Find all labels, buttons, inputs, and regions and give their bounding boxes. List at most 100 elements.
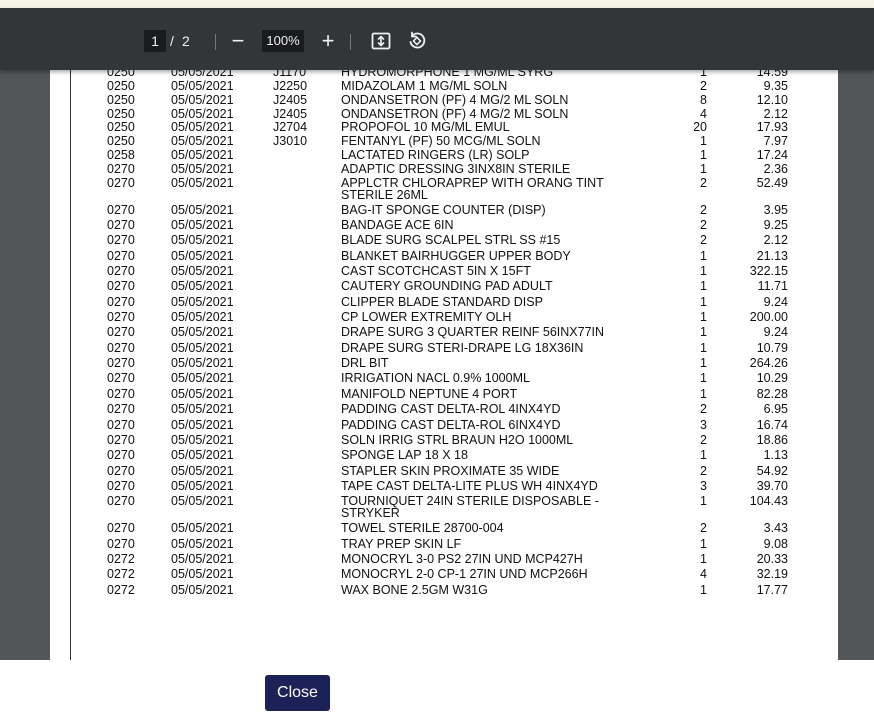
- quantity-cell: 2: [700, 233, 707, 248]
- description-cell: ONDANSETRON (PF) 4 MG/2 ML SOLN: [341, 92, 569, 107]
- amount-cell: 1.13: [763, 448, 788, 463]
- quantity-cell: 2: [700, 175, 707, 190]
- quantity-cell: 2: [700, 217, 707, 232]
- hcpcs-code-cell: J3010: [273, 134, 308, 149]
- quantity-cell: 1: [700, 279, 707, 294]
- revenue-code-cell: 0258: [107, 148, 135, 162]
- description-cell: CP LOWER EXTREMITY OLH: [341, 310, 512, 325]
- revenue-code-cell: 0270: [107, 310, 135, 325]
- service-date-cell: 05/05/2021: [171, 294, 234, 309]
- zoom-level-input[interactable]: 100%: [262, 30, 304, 52]
- description-cell: CLIPPER BLADE STANDARD DISP: [341, 294, 543, 309]
- description-cell: TOURNIQUET 24IN STERILE DISPOSABLE - STR…: [341, 494, 599, 521]
- amount-cell: 20.33: [756, 551, 788, 566]
- description-cell: FENTANYL (PF) 50 MCG/ML SOLN: [341, 134, 541, 149]
- quantity-cell: 1: [700, 386, 707, 401]
- dialog-footer: Close: [0, 660, 874, 716]
- amount-cell: 18.86: [756, 432, 788, 447]
- quantity-cell: 2: [700, 432, 707, 447]
- description-cell: MONOCRYL 3-0 PS2 27IN UND MCP427H: [341, 551, 583, 566]
- zoom-in-button[interactable]: +: [318, 28, 338, 54]
- revenue-code-cell: 0270: [107, 494, 135, 509]
- amount-cell: 54.92: [756, 463, 788, 478]
- revenue-code-cell: 0250: [107, 120, 135, 135]
- revenue-code-cell: 0270: [107, 432, 135, 447]
- quantity-cell: 1: [700, 448, 707, 463]
- amount-cell: 82.28: [756, 386, 788, 401]
- service-date-cell: 05/05/2021: [171, 521, 234, 536]
- quantity-cell: 1: [700, 161, 707, 176]
- zoom-out-button[interactable]: −: [228, 28, 248, 54]
- service-date-cell: 05/05/2021: [171, 551, 234, 566]
- quantity-cell: 1: [700, 356, 707, 371]
- page-separator: /: [170, 33, 174, 49]
- revenue-code-cell: 0250: [107, 134, 135, 149]
- service-date-cell: 05/05/2021: [171, 432, 234, 447]
- amount-cell: 21.13: [756, 248, 788, 263]
- charges-table: 025005/05/2021J1100DEXAMETHASONE 4 MG/ML…: [70, 16, 838, 660]
- close-button[interactable]: Close: [265, 675, 330, 711]
- amount-cell: 2.12: [763, 106, 788, 121]
- amount-cell: 32.19: [756, 567, 788, 582]
- service-date-cell: 05/05/2021: [171, 402, 234, 417]
- service-date-cell: 05/05/2021: [171, 161, 234, 176]
- revenue-code-cell: 0270: [107, 356, 135, 371]
- amount-cell: 6.95: [763, 402, 788, 417]
- description-cell: BANDAGE ACE 6IN: [341, 217, 454, 232]
- hcpcs-code-cell: J2405: [273, 92, 308, 107]
- service-date-cell: 05/05/2021: [171, 92, 234, 107]
- pdf-viewer[interactable]: 025005/05/2021J1100DEXAMETHASONE 4 MG/ML…: [0, 8, 874, 660]
- quantity-cell: 2: [700, 463, 707, 478]
- amount-cell: 3.95: [763, 202, 788, 217]
- revenue-code-cell: 0270: [107, 371, 135, 386]
- quantity-cell: 1: [700, 494, 707, 509]
- hcpcs-code-cell: J2405: [273, 106, 308, 121]
- description-cell: ONDANSETRON (PF) 4 MG/2 ML SOLN: [341, 106, 569, 121]
- service-date-cell: 05/05/2021: [171, 217, 234, 232]
- service-date-cell: 05/05/2021: [171, 340, 234, 355]
- pdf-page: 025005/05/2021J1100DEXAMETHASONE 4 MG/ML…: [50, 16, 838, 660]
- revenue-code-cell: 0270: [107, 340, 135, 355]
- quantity-cell: 1: [700, 310, 707, 325]
- revenue-code-cell: 0270: [107, 294, 135, 309]
- service-date-cell: 05/05/2021: [171, 106, 234, 121]
- page-number-input[interactable]: 1: [144, 30, 166, 52]
- toolbar-divider: [350, 34, 351, 50]
- revenue-code-cell: 0270: [107, 233, 135, 248]
- description-cell: BLANKET BAIRHUGGER UPPER BODY: [341, 248, 571, 263]
- service-date-cell: 05/05/2021: [171, 536, 234, 551]
- service-date-cell: 05/05/2021: [171, 448, 234, 463]
- fit-to-page-button[interactable]: [370, 30, 392, 52]
- description-cell: DRAPE SURG STERI-DRAPE LG 18X36IN: [341, 340, 584, 355]
- quantity-cell: 4: [700, 567, 707, 582]
- amount-cell: 9.35: [763, 79, 788, 93]
- revenue-code-cell: 0270: [107, 175, 135, 190]
- revenue-code-cell: 0270: [107, 202, 135, 217]
- revenue-code-cell: 0270: [107, 264, 135, 278]
- service-date-cell: 05/05/2021: [171, 386, 234, 401]
- amount-cell: 10.79: [756, 340, 788, 355]
- amount-cell: 264.26: [749, 356, 788, 371]
- quantity-cell: 1: [700, 340, 707, 355]
- description-cell: DRAPE SURG 3 QUARTER REINF 56INX77IN: [341, 325, 605, 340]
- description-cell: STAPLER SKIN PROXIMATE 35 WIDE: [341, 463, 560, 478]
- quantity-cell: 1: [700, 325, 707, 340]
- quantity-cell: 1: [700, 371, 707, 386]
- quantity-cell: 1: [700, 582, 707, 597]
- amount-cell: 16.74: [756, 417, 788, 432]
- pdf-toolbar: 1 / 2 − 100% +: [0, 8, 874, 70]
- rotate-button[interactable]: [406, 30, 428, 52]
- revenue-code-cell: 0270: [107, 521, 135, 536]
- description-cell: SPONGE LAP 18 X 18: [341, 448, 468, 463]
- quantity-cell: 2: [700, 79, 707, 93]
- quantity-cell: 1: [700, 148, 707, 162]
- hcpcs-code-cell: J2250: [273, 79, 308, 93]
- service-date-cell: 05/05/2021: [171, 248, 234, 263]
- amount-cell: 17.93: [756, 120, 788, 135]
- quantity-cell: 3: [700, 417, 707, 432]
- service-date-cell: 05/05/2021: [171, 567, 234, 582]
- description-cell: PADDING CAST DELTA-ROL 4INX4YD: [341, 402, 561, 417]
- service-date-cell: 05/05/2021: [171, 582, 234, 597]
- amount-cell: 104.43: [749, 494, 788, 509]
- amount-cell: 2.36: [763, 161, 788, 176]
